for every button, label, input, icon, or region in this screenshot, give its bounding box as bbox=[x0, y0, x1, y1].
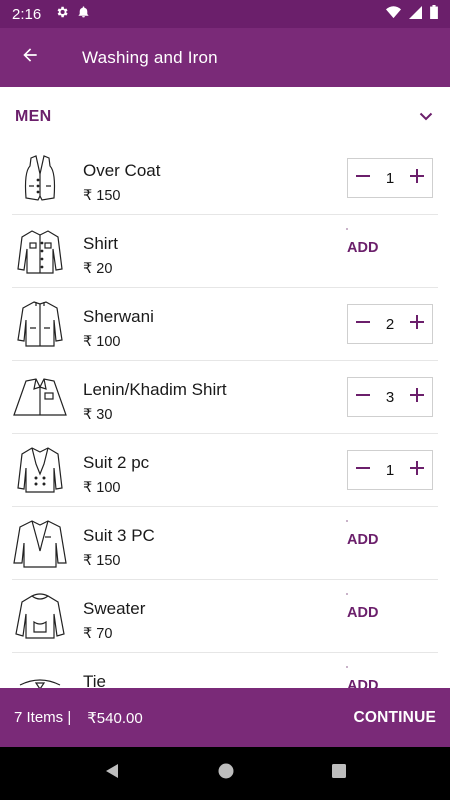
minus-icon bbox=[355, 314, 371, 335]
item-name: Shirt bbox=[83, 234, 118, 253]
item-price: ₹ 20 bbox=[83, 261, 113, 277]
increase-quantity-button[interactable] bbox=[405, 166, 429, 190]
sweater-icon bbox=[12, 590, 68, 642]
system-nav-bar bbox=[0, 747, 450, 800]
item-name: Suit 3 PC bbox=[83, 526, 155, 545]
item-price: ₹ 30 bbox=[83, 407, 113, 423]
notification-bell-icon bbox=[77, 5, 90, 23]
item-name: Suit 2 pc bbox=[83, 453, 150, 472]
sherwani-icon bbox=[12, 298, 68, 350]
cart-total: ₹540.00 bbox=[87, 709, 143, 727]
item-price: ₹ 150 bbox=[83, 188, 121, 204]
list-item: Sherwani ₹ 100 2 bbox=[12, 288, 438, 361]
plus-icon bbox=[409, 387, 425, 408]
chevron-down-icon[interactable] bbox=[419, 108, 433, 126]
add-button[interactable]: ADD bbox=[345, 666, 378, 688]
list-item: Suit 2 pc ₹ 100 1 bbox=[12, 434, 438, 507]
minus-icon bbox=[355, 460, 371, 481]
list-item: Shirt ₹ 20 ADD bbox=[12, 215, 438, 288]
app-bar: Washing and Iron bbox=[0, 28, 450, 87]
blazer-icon bbox=[12, 517, 68, 569]
decrease-quantity-button[interactable] bbox=[351, 166, 375, 190]
increase-quantity-button[interactable] bbox=[405, 458, 429, 482]
arrow-back-icon bbox=[20, 45, 40, 70]
item-price: ₹ 100 bbox=[83, 480, 121, 496]
battery-icon bbox=[430, 5, 438, 23]
add-button[interactable]: ADD bbox=[345, 228, 378, 256]
increase-quantity-button[interactable] bbox=[405, 385, 429, 409]
item-name: Tie bbox=[83, 672, 106, 688]
wifi-icon bbox=[386, 5, 401, 23]
decrease-quantity-button[interactable] bbox=[351, 385, 375, 409]
plus-icon bbox=[409, 460, 425, 481]
status-bar: 2:16 bbox=[0, 0, 450, 28]
item-name: Over Coat bbox=[83, 161, 161, 180]
quantity-value: 2 bbox=[385, 315, 395, 333]
quantity-stepper[interactable]: 1 bbox=[347, 450, 433, 490]
quantity-stepper[interactable]: 1 bbox=[347, 158, 433, 198]
cart-items-count: 7 Items | bbox=[14, 709, 72, 726]
page-title: Washing and Iron bbox=[82, 47, 218, 67]
quantity-value: 3 bbox=[385, 388, 395, 406]
item-price: ₹ 70 bbox=[83, 626, 113, 642]
item-name: Sherwani bbox=[83, 307, 154, 326]
item-name: Lenin/Khadim Shirt bbox=[83, 380, 227, 399]
gear-icon bbox=[55, 5, 69, 23]
category-label: MEN bbox=[15, 108, 52, 125]
list-item: Lenin/Khadim Shirt ₹ 30 3 bbox=[12, 361, 438, 434]
nav-back-icon[interactable] bbox=[103, 762, 121, 785]
nav-home-icon[interactable] bbox=[217, 762, 235, 785]
minus-icon bbox=[355, 387, 371, 408]
quantity-stepper[interactable]: 2 bbox=[347, 304, 433, 344]
minus-icon bbox=[355, 168, 371, 189]
plus-icon bbox=[409, 314, 425, 335]
status-time: 2:16 bbox=[12, 5, 42, 23]
item-list[interactable]: Over Coat ₹ 150 1 Shirt ₹ 20 ADD Sherwan… bbox=[0, 142, 450, 688]
folded-shirt-icon bbox=[12, 371, 68, 423]
list-item: Tie ADD bbox=[12, 653, 438, 688]
decrease-quantity-button[interactable] bbox=[351, 312, 375, 336]
cellular-signal-icon bbox=[409, 5, 422, 23]
item-name: Sweater bbox=[83, 599, 146, 618]
nav-recents-icon[interactable] bbox=[331, 763, 347, 784]
list-item: Over Coat ₹ 150 1 bbox=[12, 142, 438, 215]
suit-icon bbox=[12, 444, 68, 496]
continue-button[interactable]: CONTINUE bbox=[353, 709, 436, 727]
waistcoat-icon bbox=[12, 152, 68, 204]
category-header-men[interactable]: MEN bbox=[0, 95, 450, 139]
list-item: Suit 3 PC ₹ 150 ADD bbox=[12, 507, 438, 580]
add-button[interactable]: ADD bbox=[345, 593, 378, 621]
item-price: ₹ 150 bbox=[83, 553, 121, 569]
shirt-icon bbox=[12, 225, 68, 277]
quantity-stepper[interactable]: 3 bbox=[347, 377, 433, 417]
decrease-quantity-button[interactable] bbox=[351, 458, 375, 482]
tie-icon bbox=[12, 663, 68, 688]
quantity-value: 1 bbox=[385, 461, 395, 479]
list-item: Sweater ₹ 70 ADD bbox=[12, 580, 438, 653]
add-button[interactable]: ADD bbox=[345, 520, 378, 548]
back-button[interactable] bbox=[0, 28, 60, 87]
increase-quantity-button[interactable] bbox=[405, 312, 429, 336]
item-price: ₹ 100 bbox=[83, 334, 121, 350]
quantity-value: 1 bbox=[385, 169, 395, 187]
plus-icon bbox=[409, 168, 425, 189]
cart-summary-bar: 7 Items | ₹540.00 CONTINUE bbox=[0, 688, 450, 747]
